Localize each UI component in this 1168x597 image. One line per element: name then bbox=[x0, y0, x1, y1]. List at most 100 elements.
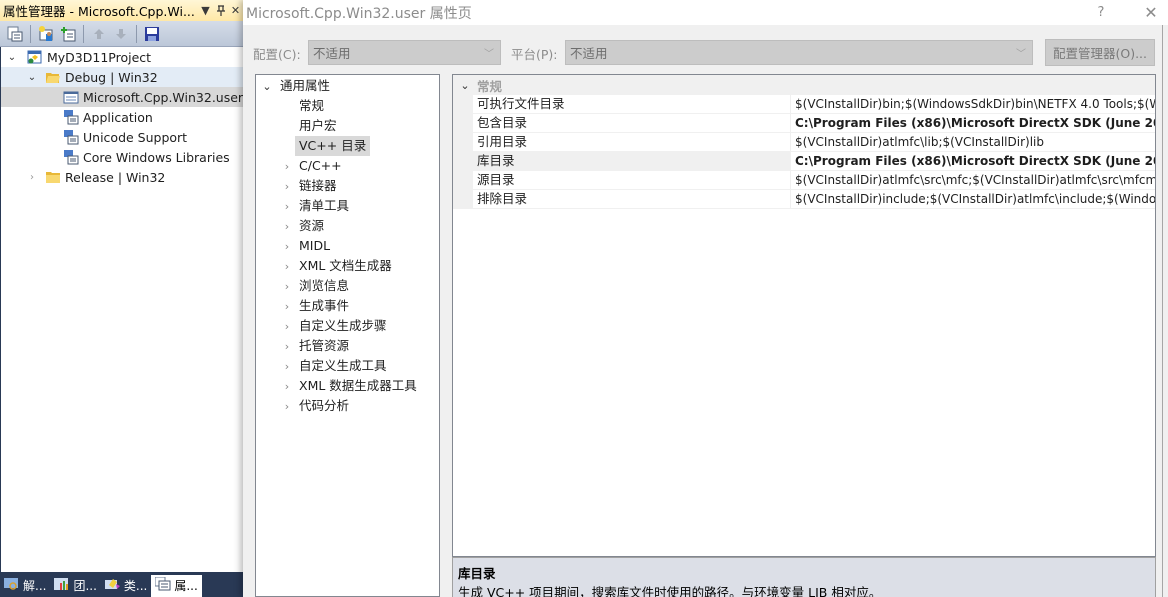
nav-item[interactable]: › 自定义生成步骤 bbox=[256, 316, 439, 336]
chevron-right-icon[interactable]: › bbox=[280, 320, 294, 333]
configuration-value: 不适用 bbox=[313, 46, 351, 61]
chevron-right-icon[interactable]: › bbox=[280, 240, 294, 253]
save-icon[interactable] bbox=[143, 25, 161, 43]
property-value[interactable]: $(VCInstallDir)bin;$(WindowsSdkDir)bin\N… bbox=[791, 95, 1155, 114]
property-value[interactable]: $(VCInstallDir)atlmfc\lib;$(VCInstallDir… bbox=[791, 133, 1155, 152]
chevron-down-icon[interactable]: ⌄ bbox=[5, 52, 19, 63]
nav-item[interactable]: › 浏览信息 bbox=[256, 276, 439, 296]
move-up-icon[interactable] bbox=[90, 25, 108, 43]
chevron-right-icon[interactable]: › bbox=[280, 380, 294, 393]
tree-item-debug-win32[interactable]: ⌄ Debug | Win32 bbox=[1, 67, 243, 87]
add-existing-property-sheet-icon[interactable] bbox=[59, 25, 77, 43]
chevron-down-icon: ﹀ bbox=[484, 49, 494, 60]
add-new-property-sheet-icon[interactable] bbox=[37, 25, 55, 43]
property-category-tree: ⌄ 通用属性 常规 用户宏 VC++ 目录 › C/C++ › 链接器 › 清单工具 › 资源 › MIDL… bbox=[255, 74, 440, 597]
property-name: 排除目录 bbox=[473, 190, 791, 209]
tab-team-explorer[interactable]: 团... bbox=[50, 575, 100, 597]
nav-item[interactable]: ⌄ 通用属性 bbox=[256, 76, 439, 96]
tree-item-microsoft-cpp-win32-user[interactable]: Microsoft.Cpp.Win32.user bbox=[1, 87, 243, 107]
nav-item[interactable]: VC++ 目录 bbox=[256, 136, 439, 156]
nav-item[interactable]: › C/C++ bbox=[256, 156, 439, 176]
tree-item-unicode-support[interactable]: Unicode Support bbox=[1, 127, 243, 147]
property-row[interactable]: 包含目录 C:\Program Files (x86)\Microsoft Dir… bbox=[453, 114, 1155, 133]
nav-item[interactable]: › MIDL bbox=[256, 236, 439, 256]
tree-item-label: Unicode Support bbox=[83, 129, 188, 145]
property-sheet-computer-icon bbox=[63, 109, 79, 125]
pin-icon[interactable] bbox=[213, 3, 228, 19]
property-row[interactable]: 可执行文件目录 $(VCInstallDir)bin;$(WindowsSdkDi… bbox=[453, 95, 1155, 114]
configuration-dropdown[interactable]: 不适用 ﹀ bbox=[308, 40, 501, 65]
chevron-down-icon[interactable]: ⌄ bbox=[25, 72, 39, 83]
platform-dropdown[interactable]: 不适用 ﹀ bbox=[565, 40, 1033, 65]
chevron-down-icon[interactable]: ⌄ bbox=[260, 80, 274, 93]
property-manager-title: 属性管理器 - Microsoft.Cpp.Wi... bbox=[3, 4, 195, 19]
nav-item[interactable]: › XML 文档生成器 bbox=[256, 256, 439, 276]
close-button[interactable]: ✕ bbox=[1136, 3, 1166, 22]
configuration-label: 配置(C): bbox=[253, 47, 301, 62]
chevron-right-icon[interactable]: › bbox=[280, 280, 294, 293]
grid-category-general[interactable]: ⌄ 常规 bbox=[453, 75, 1155, 95]
property-value[interactable]: C:\Program Files (x86)\Microsoft DirectX… bbox=[791, 114, 1155, 133]
chevron-right-icon[interactable]: › bbox=[280, 220, 294, 233]
property-value[interactable]: $(VCInstallDir)include;$(VCInstallDir)at… bbox=[791, 190, 1155, 209]
property-row[interactable]: 库目录 C:\Program Files (x86)\Microsoft Dire… bbox=[453, 152, 1155, 171]
chevron-right-icon[interactable]: › bbox=[280, 200, 294, 213]
nav-item-label: 生成事件 bbox=[299, 298, 350, 313]
property-value[interactable]: C:\Program Files (x86)\Microsoft DirectX… bbox=[791, 152, 1155, 171]
folder-closed-icon bbox=[45, 169, 61, 185]
tree-item-release-win32[interactable]: › Release | Win32 bbox=[1, 167, 243, 187]
nav-item[interactable]: 用户宏 bbox=[256, 116, 439, 136]
description-text: 生成 VC++ 项目期间，搜索库文件时使用的路径。与环境变量 LIB 相对应。 bbox=[458, 585, 882, 597]
window-position-dropdown-icon[interactable]: ▼ bbox=[198, 3, 213, 19]
chevron-right-icon[interactable]: › bbox=[280, 360, 294, 373]
nav-item-label: 链接器 bbox=[299, 178, 337, 193]
tab-solution-explorer[interactable]: 解... bbox=[0, 575, 50, 597]
move-down-icon[interactable] bbox=[112, 25, 130, 43]
project-icon bbox=[27, 49, 43, 65]
nav-item[interactable]: 常规 bbox=[256, 96, 439, 116]
tree-item-label: Microsoft.Cpp.Win32.user bbox=[83, 89, 244, 105]
configuration-manager-button[interactable]: 配置管理器(O)... bbox=[1045, 39, 1155, 66]
tab-label: 属... bbox=[174, 579, 198, 593]
close-icon[interactable]: ✕ bbox=[228, 3, 243, 19]
chevron-right-icon[interactable]: › bbox=[280, 300, 294, 313]
dialog-title-bar: Microsoft.Cpp.Win32.user 属性页 ? ✕ bbox=[243, 0, 1168, 25]
nav-item-label: 托管资源 bbox=[299, 338, 350, 353]
nav-item[interactable]: › 链接器 bbox=[256, 176, 439, 196]
nav-item[interactable]: › 生成事件 bbox=[256, 296, 439, 316]
chevron-right-icon[interactable]: › bbox=[25, 172, 39, 183]
property-name: 源目录 bbox=[473, 171, 791, 190]
nav-item[interactable]: › 自定义生成工具 bbox=[256, 356, 439, 376]
nav-item-label: 自定义生成步骤 bbox=[299, 318, 387, 333]
property-value[interactable]: $(VCInstallDir)atlmfc\src\mfc;$(VCInstal… bbox=[791, 171, 1155, 190]
property-row[interactable]: 排除目录 $(VCInstallDir)include;$(VCInstallDi… bbox=[453, 190, 1155, 209]
tree-item-application[interactable]: Application bbox=[1, 107, 243, 127]
tree-item-core-windows-libraries[interactable]: Core Windows Libraries bbox=[1, 147, 243, 167]
tree-item-project[interactable]: ⌄ MyD3D11Project bbox=[1, 47, 243, 67]
property-row[interactable]: 引用目录 $(VCInstallDir)atlmfc\lib;$(VCInstal… bbox=[453, 133, 1155, 152]
tab-label: 解... bbox=[23, 579, 47, 593]
nav-item[interactable]: › 资源 bbox=[256, 216, 439, 236]
properties-icon[interactable] bbox=[6, 25, 24, 43]
chevron-down-icon[interactable]: ⌄ bbox=[453, 79, 477, 92]
nav-item-label: MIDL bbox=[299, 238, 331, 253]
row-gutter bbox=[453, 133, 473, 152]
nav-item[interactable]: › 托管资源 bbox=[256, 336, 439, 356]
tab-class-view[interactable]: 类... bbox=[101, 575, 151, 597]
nav-item[interactable]: › 清单工具 bbox=[256, 196, 439, 216]
chevron-right-icon[interactable]: › bbox=[280, 340, 294, 353]
help-button[interactable]: ? bbox=[1086, 5, 1116, 20]
chevron-right-icon[interactable]: › bbox=[280, 180, 294, 193]
row-gutter bbox=[453, 114, 473, 133]
chevron-right-icon[interactable]: › bbox=[280, 260, 294, 273]
tab-property-manager[interactable]: 属... bbox=[151, 574, 202, 597]
grid-category-label: 常规 bbox=[477, 78, 503, 94]
chevron-right-icon[interactable]: › bbox=[280, 160, 294, 173]
property-name: 包含目录 bbox=[473, 114, 791, 133]
chevron-right-icon[interactable]: › bbox=[280, 400, 294, 413]
nav-item[interactable]: › XML 数据生成器工具 bbox=[256, 376, 439, 396]
property-row[interactable]: 源目录 $(VCInstallDir)atlmfc\src\mfc;$(VCIns… bbox=[453, 171, 1155, 190]
nav-item[interactable]: › 代码分析 bbox=[256, 396, 439, 416]
property-name: 库目录 bbox=[473, 152, 791, 171]
solution-explorer-icon bbox=[4, 577, 20, 594]
